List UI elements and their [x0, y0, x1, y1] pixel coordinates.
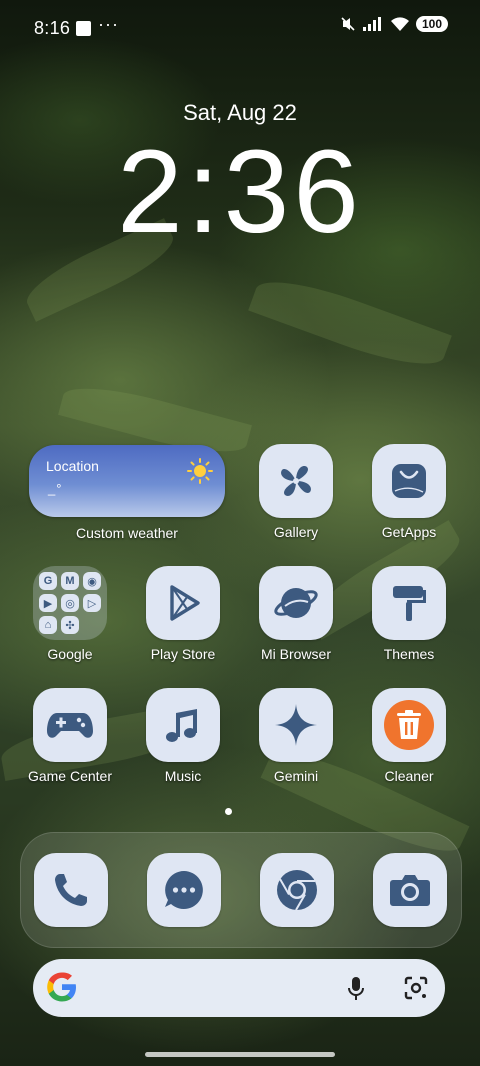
- cleaner-tile: [372, 688, 446, 762]
- app-label: Gallery: [273, 524, 319, 540]
- getapps-tile: [372, 444, 446, 518]
- music-note-icon: [166, 709, 197, 742]
- app-themes[interactable]: Themes: [354, 566, 464, 662]
- wifi-icon: [391, 17, 409, 31]
- google-logo-icon[interactable]: [45, 970, 79, 1004]
- app-game-center[interactable]: Game Center: [15, 688, 125, 784]
- folder-app-google-icon: G: [39, 572, 57, 590]
- app-label: Google: [47, 646, 93, 662]
- app-getapps[interactable]: GetApps: [354, 444, 464, 540]
- play-store-tile: [146, 566, 220, 640]
- notification-square-icon: [76, 21, 91, 36]
- app-cleaner[interactable]: Cleaner: [354, 688, 464, 784]
- signal-icon: [363, 17, 381, 31]
- folder-app-youtube-icon: ▶: [39, 594, 57, 612]
- wallpaper-leaf: [248, 267, 452, 379]
- dock-camera-button[interactable]: [373, 853, 447, 927]
- google-search-bar[interactable]: [33, 959, 445, 1017]
- themes-tile: [372, 566, 446, 640]
- app-music[interactable]: Music: [128, 688, 238, 784]
- weather-location: Location: [46, 458, 99, 474]
- date-label[interactable]: Sat, Aug 22: [0, 100, 480, 126]
- folder-app-home-icon: ⌂: [39, 616, 57, 634]
- lens-icon[interactable]: [403, 975, 429, 1001]
- app-label: Music: [164, 768, 202, 784]
- gamepad-icon: [47, 713, 93, 738]
- app-mi-browser[interactable]: Mi Browser: [241, 566, 351, 662]
- app-label: GetApps: [381, 524, 437, 540]
- home-gesture-bar[interactable]: [145, 1052, 335, 1057]
- pinwheel-icon: [281, 466, 311, 496]
- status-time: 8:16: [34, 18, 71, 38]
- music-tile: [146, 688, 220, 762]
- google-folder-icon: G M ◉ ▶ ◎ ▷ ⌂ ✣: [33, 566, 107, 640]
- app-gemini[interactable]: Gemini: [241, 688, 351, 784]
- mute-icon: [341, 17, 355, 31]
- phone-icon: [55, 874, 87, 906]
- more-notifications-icon: ···: [98, 14, 119, 34]
- dock-chrome-button[interactable]: [260, 853, 334, 927]
- app-play-store[interactable]: Play Store: [128, 566, 238, 662]
- mic-icon[interactable]: [345, 975, 367, 1003]
- sparkle-icon: [275, 704, 317, 746]
- app-label: Game Center: [27, 768, 113, 784]
- clock-widget[interactable]: 2:36: [0, 127, 480, 258]
- planet-icon: [274, 588, 318, 618]
- app-gallery[interactable]: Gallery: [241, 444, 351, 540]
- app-label: Play Store: [150, 646, 216, 662]
- chat-icon: [165, 871, 203, 909]
- app-label: Mi Browser: [260, 646, 331, 662]
- gemini-tile: [259, 688, 333, 762]
- battery-indicator: 100: [416, 16, 448, 32]
- page-indicator-dot: [225, 808, 232, 815]
- weather-temperature: _°: [48, 481, 63, 496]
- dock-messages-button[interactable]: [147, 853, 221, 927]
- weather-widget-label: Custom weather: [76, 525, 178, 541]
- app-label: Themes: [383, 646, 435, 662]
- trash-icon: [384, 700, 434, 750]
- dock: [20, 832, 462, 948]
- paint-roller-icon: [393, 586, 426, 621]
- camera-icon: [390, 875, 430, 906]
- folder-app-gmail-icon: M: [61, 572, 79, 590]
- game-center-tile: [33, 688, 107, 762]
- sun-icon: [187, 458, 213, 484]
- status-bar: 8:16 ··· 100: [0, 0, 480, 56]
- weather-widget[interactable]: Location _°: [29, 445, 225, 517]
- app-label: Gemini: [273, 768, 319, 784]
- dock-phone-button[interactable]: [34, 853, 108, 927]
- chrome-icon: [277, 870, 317, 911]
- play-icon: [170, 585, 200, 621]
- folder-app-meet-icon: ▷: [83, 594, 101, 612]
- shopping-bag-icon: [392, 464, 426, 498]
- app-folder-google[interactable]: G M ◉ ▶ ◎ ▷ ⌂ ✣ Google: [15, 566, 125, 662]
- folder-app-photos-icon: ✣: [61, 616, 79, 634]
- gallery-tile: [259, 444, 333, 518]
- folder-app-maps-icon: ◉: [83, 572, 101, 590]
- mi-browser-tile: [259, 566, 333, 640]
- app-label: Cleaner: [384, 768, 434, 784]
- folder-app-drive-icon: ◎: [61, 594, 79, 612]
